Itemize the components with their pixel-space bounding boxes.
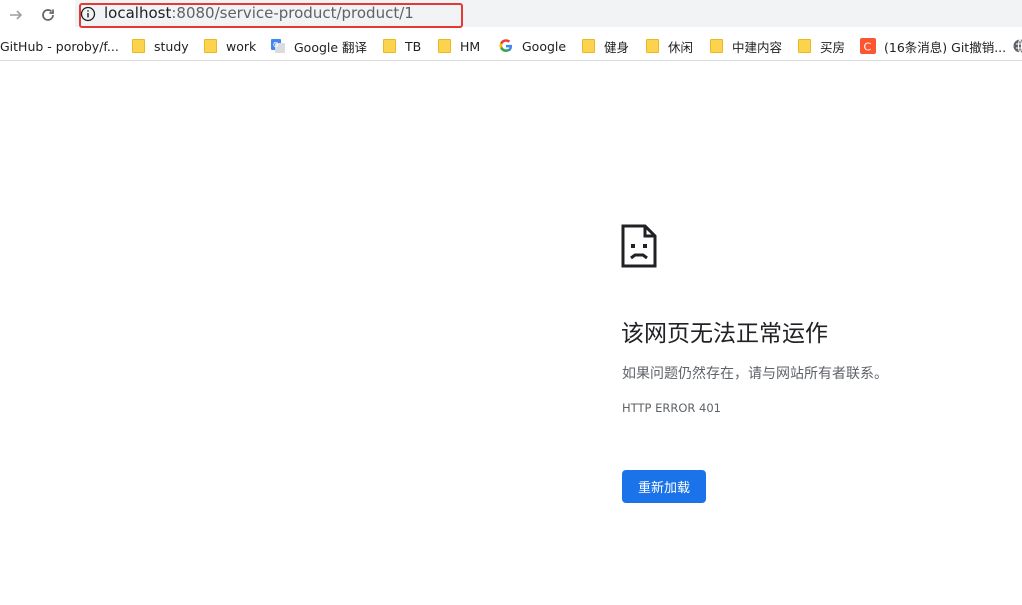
info-icon[interactable] bbox=[80, 6, 96, 22]
browser-toolbar: localhost:8080/service-product/product/1 bbox=[0, 0, 1022, 30]
bookmark-house[interactable]: 买房 bbox=[796, 32, 845, 60]
globe-icon bbox=[1012, 38, 1022, 54]
bookmark-label: (16条消息) Git撤销... bbox=[884, 39, 1007, 55]
csdn-icon: C bbox=[860, 38, 876, 54]
google-icon bbox=[498, 38, 514, 54]
bookmark-label: TB bbox=[405, 38, 422, 54]
arrow-right-icon[interactable] bbox=[5, 4, 27, 26]
bookmark-label: 中建内容 bbox=[732, 39, 783, 55]
error-title: 该网页无法正常运作 bbox=[621, 321, 828, 347]
folder-icon bbox=[130, 38, 146, 54]
bookmark-work[interactable]: work bbox=[202, 32, 256, 60]
bookmark-github[interactable]: GitHub - poroby/f... bbox=[0, 32, 119, 60]
svg-text:C: C bbox=[864, 41, 872, 54]
bookmark-globe[interactable] bbox=[1012, 32, 1022, 60]
bookmark-study[interactable]: study bbox=[130, 32, 189, 60]
bookmark-label: Google 翻译 bbox=[294, 39, 368, 55]
reload-icon[interactable] bbox=[37, 4, 59, 26]
bookmark-csdn-git[interactable]: C (16条消息) Git撤销... bbox=[860, 32, 1006, 60]
bookmark-cscec[interactable]: 中建内容 bbox=[708, 32, 782, 60]
bookmark-label: Google bbox=[522, 38, 567, 54]
url-text[interactable]: localhost:8080/service-product/product/1 bbox=[104, 5, 414, 22]
bookmark-label: 休闲 bbox=[668, 39, 694, 55]
bookmark-fitness[interactable]: 健身 bbox=[580, 32, 629, 60]
svg-text:G: G bbox=[273, 41, 278, 49]
folder-icon bbox=[381, 38, 397, 54]
bookmark-leisure[interactable]: 休闲 bbox=[644, 32, 693, 60]
url-host: localhost bbox=[104, 4, 172, 22]
folder-icon bbox=[644, 38, 660, 54]
bookmark-label: 健身 bbox=[604, 39, 630, 55]
bookmark-label: GitHub - poroby/f... bbox=[0, 38, 119, 54]
error-message: 如果问题仍然存在，请与网站所有者联系。 bbox=[622, 366, 888, 382]
reload-button[interactable]: 重新加载 bbox=[622, 470, 706, 503]
folder-icon bbox=[580, 38, 596, 54]
folder-icon bbox=[436, 38, 452, 54]
bookmark-tb[interactable]: TB bbox=[381, 32, 421, 60]
broken-page-icon bbox=[621, 224, 657, 268]
bookmark-label: study bbox=[154, 38, 189, 54]
folder-icon bbox=[796, 38, 812, 54]
bookmark-google-translate[interactable]: G Google 翻译 bbox=[270, 32, 367, 60]
bookmark-label: 买房 bbox=[820, 39, 846, 55]
bookmark-hm[interactable]: HM bbox=[436, 32, 480, 60]
bookmark-label: HM bbox=[460, 38, 481, 54]
google-translate-icon: G bbox=[270, 38, 286, 54]
error-code: HTTP ERROR 401 bbox=[622, 401, 721, 415]
bookmarks-bar: GitHub - poroby/f... study work G Google… bbox=[0, 32, 1022, 61]
bookmark-label: work bbox=[226, 38, 257, 54]
url-path: :8080/service-product/product/1 bbox=[171, 4, 414, 22]
folder-icon bbox=[202, 38, 218, 54]
bookmark-google[interactable]: Google bbox=[498, 32, 566, 60]
folder-icon bbox=[708, 38, 724, 54]
